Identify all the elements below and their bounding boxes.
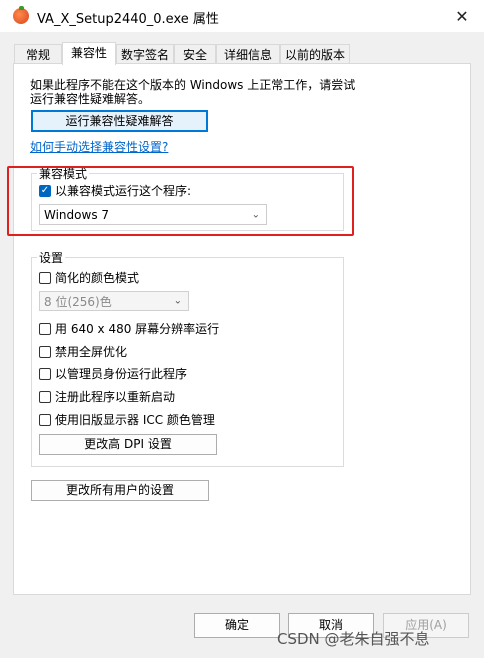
register-restart-checkbox[interactable]: 注册此程序以重新启动 (39, 388, 175, 405)
intro-line-1: 如果此程序不能在这个版本的 Windows 上正常工作，请尝试 (30, 78, 356, 92)
color-depth-value: 8 位(256)色 (44, 294, 112, 309)
manual-settings-link[interactable]: 如何手动选择兼容性设置? (30, 138, 168, 155)
checkbox-unchecked-icon (39, 345, 51, 358)
tab-details[interactable]: 详细信息 (216, 44, 280, 64)
title-bar: VA_X_Setup2440_0.exe 属性 ✕ (0, 0, 484, 32)
run-admin-label: 以管理员身份运行此程序 (55, 367, 188, 381)
checkbox-unchecked-icon (39, 367, 51, 380)
tab-compatibility[interactable]: 兼容性 (62, 42, 116, 65)
settings-label: 设置 (37, 249, 66, 266)
close-icon: ✕ (455, 6, 469, 26)
close-button[interactable]: ✕ (448, 2, 476, 30)
chevron-down-icon: ⌄ (173, 295, 182, 307)
checkbox-unchecked-icon (39, 390, 51, 403)
legacy-icc-label: 使用旧版显示器 ICC 颜色管理 (55, 413, 215, 427)
register-restart-label: 注册此程序以重新启动 (55, 390, 176, 404)
disable-fullscreen-label: 禁用全屏优化 (55, 345, 128, 359)
checkbox-unchecked-icon (39, 413, 51, 426)
tab-general[interactable]: 常规 (14, 44, 62, 64)
disable-fullscreen-checkbox[interactable]: 禁用全屏优化 (39, 343, 127, 360)
tab-security[interactable]: 安全 (174, 44, 216, 64)
reduced-color-checkbox[interactable]: 简化的颜色模式 (39, 269, 139, 286)
res-640-checkbox[interactable]: 用 640 x 480 屏幕分辨率运行 (39, 320, 219, 337)
change-all-users-button[interactable]: 更改所有用户的设置 (31, 480, 209, 501)
color-depth-select[interactable]: 8 位(256)色 ⌄ (39, 291, 189, 311)
window-title: VA_X_Setup2440_0.exe 属性 (37, 12, 219, 27)
red-highlight-box (7, 166, 354, 236)
intro-line-2: 运行兼容性疑难解答。 (30, 92, 151, 106)
res-640-label: 用 640 x 480 屏幕分辨率运行 (55, 322, 220, 336)
intro-text: 如果此程序不能在这个版本的 Windows 上正常工作，请尝试 运行兼容性疑难解… (30, 78, 355, 106)
tab-digital-signatures[interactable]: 数字签名 (116, 44, 174, 64)
tab-previous-versions[interactable]: 以前的版本 (280, 44, 350, 64)
legacy-icc-checkbox[interactable]: 使用旧版显示器 ICC 颜色管理 (39, 411, 215, 428)
checkbox-unchecked-icon (39, 271, 51, 284)
reduced-color-label: 简化的颜色模式 (55, 271, 140, 285)
checkbox-unchecked-icon (39, 322, 51, 335)
change-dpi-button[interactable]: 更改高 DPI 设置 (39, 434, 217, 455)
ok-button[interactable]: 确定 (194, 613, 280, 638)
tab-strip: 常规 兼容性 数字签名 安全 详细信息 以前的版本 (14, 42, 470, 65)
run-admin-checkbox[interactable]: 以管理员身份运行此程序 (39, 365, 187, 382)
app-icon (13, 6, 29, 24)
run-troubleshooter-button[interactable]: 运行兼容性疑难解答 (31, 110, 208, 132)
watermark-text: CSDN @老朱自强不息 (277, 630, 430, 648)
